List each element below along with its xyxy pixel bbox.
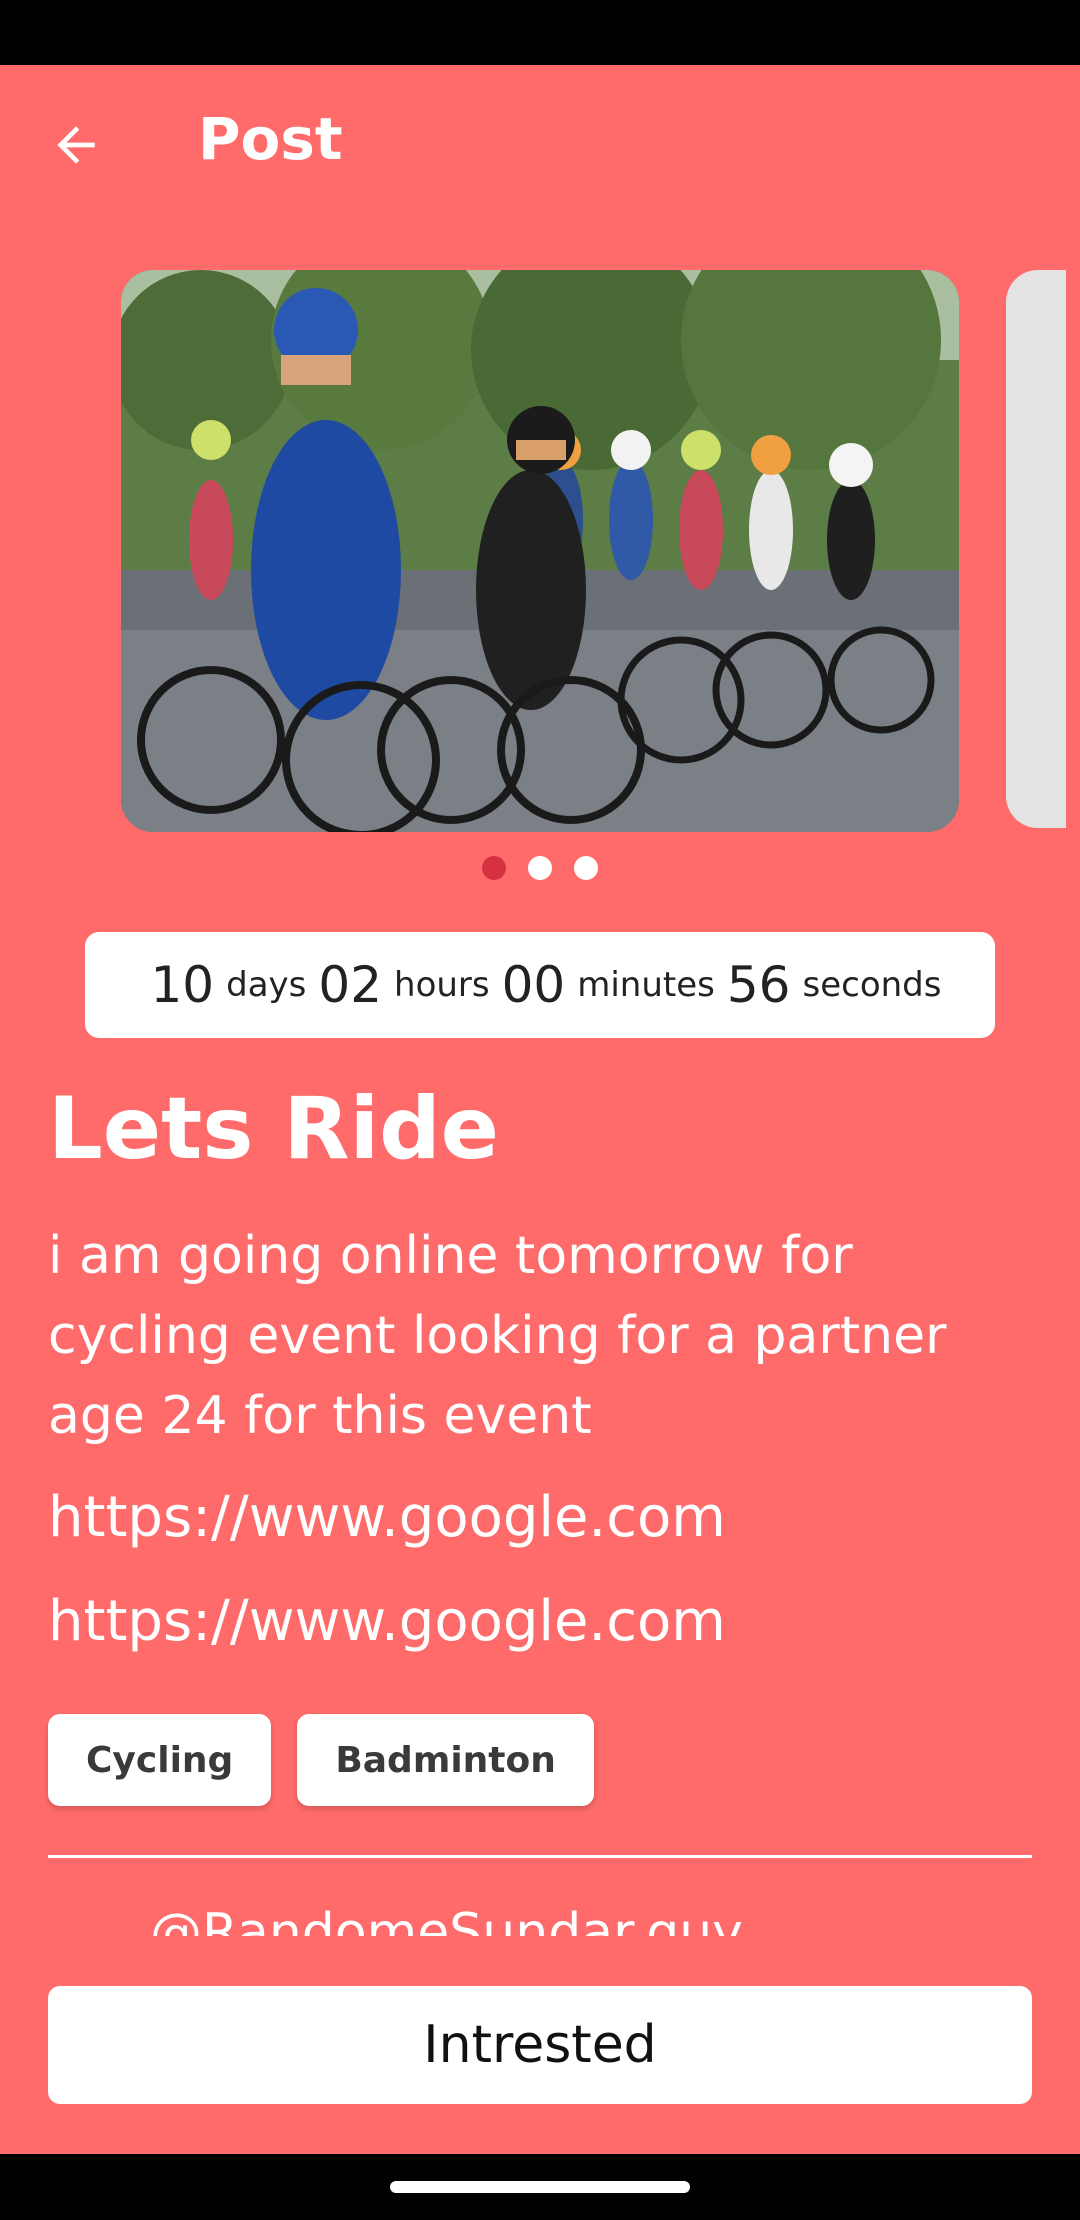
- countdown-timer: 10 days 02 hours 00 minutes 56 seconds: [85, 932, 995, 1038]
- tag-chip[interactable]: Badminton: [297, 1714, 594, 1806]
- arrow-left-icon: [57, 126, 95, 164]
- countdown-hours-label: hours: [394, 965, 490, 1005]
- app-bar: Post: [0, 65, 1080, 225]
- author-handle[interactable]: @RandomeSundar.guy: [150, 1908, 743, 1936]
- back-button[interactable]: [40, 109, 112, 181]
- author-handle-text: @RandomeSundar.guy: [150, 1908, 743, 1936]
- countdown-seconds-label: seconds: [802, 965, 942, 1005]
- countdown-seconds: 56: [726, 956, 791, 1014]
- carousel-dot-active[interactable]: [482, 856, 506, 880]
- interested-button[interactable]: Intrested: [48, 1986, 1032, 2104]
- tag-list: Cycling Badminton: [48, 1714, 594, 1806]
- post-title: Lets Ride: [48, 1079, 499, 1179]
- image-carousel[interactable]: [0, 270, 1080, 832]
- carousel-next-image[interactable]: [1006, 270, 1066, 828]
- post-description: i am going online tomorrow for cycling e…: [48, 1226, 947, 1446]
- countdown-minutes-label: minutes: [577, 965, 715, 1005]
- carousel-dot[interactable]: [528, 856, 552, 880]
- home-indicator[interactable]: [390, 2181, 690, 2193]
- carousel-image[interactable]: [121, 270, 959, 832]
- carousel-dot[interactable]: [574, 856, 598, 880]
- divider: [48, 1855, 1032, 1858]
- countdown-days-label: days: [226, 965, 307, 1005]
- countdown-days: 10: [150, 956, 215, 1014]
- countdown-minutes: 00: [501, 956, 566, 1014]
- countdown-hours: 02: [318, 956, 383, 1014]
- carousel-indicator: [0, 856, 1080, 882]
- status-bar: [0, 0, 1080, 65]
- page-title: Post: [198, 105, 343, 173]
- post-link[interactable]: https://www.google.com: [48, 1484, 726, 1551]
- tag-chip[interactable]: Cycling: [48, 1714, 272, 1806]
- post-link[interactable]: https://www.google.com: [48, 1588, 726, 1655]
